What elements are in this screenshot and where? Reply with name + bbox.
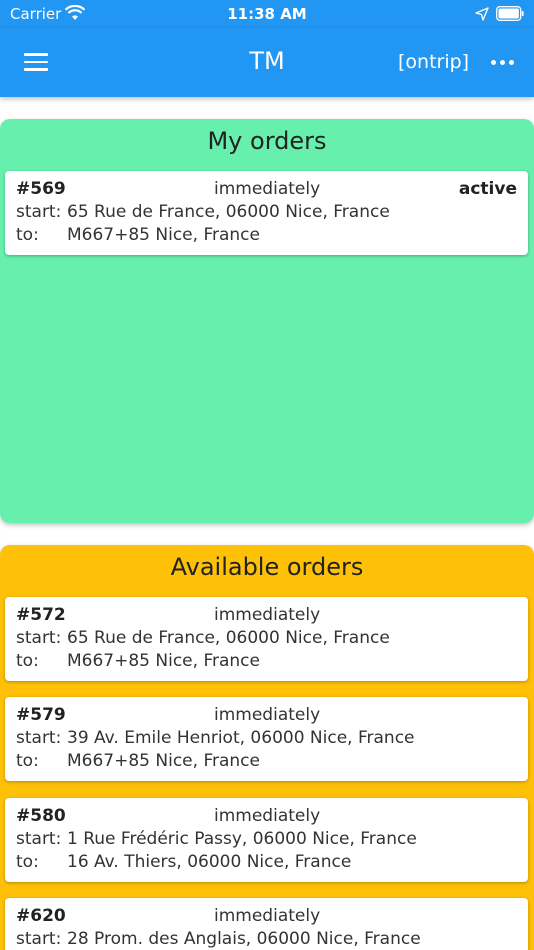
order-card[interactable]: #572 immediately start: 65 Rue de France… xyxy=(5,597,528,681)
start-label: start: xyxy=(16,628,62,648)
start-address: 65 Rue de France, 06000 Nice, France xyxy=(67,202,390,222)
order-id: #620 xyxy=(16,906,66,926)
my-orders-panel: My orders #569 immediately active start:… xyxy=(0,119,534,523)
order-id: #569 xyxy=(16,179,66,199)
order-time: immediately xyxy=(214,179,321,199)
start-address: 39 Av. Emile Henriot, 06000 Nice, France xyxy=(67,728,415,748)
battery-icon xyxy=(496,6,524,21)
to-label: to: xyxy=(16,651,39,671)
order-time: immediately xyxy=(214,906,321,926)
available-orders-title: Available orders xyxy=(170,553,364,581)
location-arrow-icon xyxy=(475,7,489,21)
to-label: to: xyxy=(16,852,39,872)
order-time: immediately xyxy=(214,806,321,826)
trip-status-button[interactable]: [ontrip] xyxy=(398,51,469,73)
order-id: #580 xyxy=(16,806,66,826)
start-address: 65 Rue de France, 06000 Nice, France xyxy=(67,628,390,648)
start-label: start: xyxy=(16,929,62,949)
order-time: immediately xyxy=(214,705,321,725)
order-card[interactable]: #620 immediately start: 28 Prom. des Ang… xyxy=(5,898,528,950)
order-status: active xyxy=(458,179,517,199)
start-address: 28 Prom. des Anglais, 06000 Nice, France xyxy=(67,929,421,949)
destination-address: M667+85 Nice, France xyxy=(67,225,260,245)
available-orders-panel: Available orders #572 immediately start:… xyxy=(0,545,534,950)
destination-address: 16 Av. Thiers, 06000 Nice, France xyxy=(67,852,352,872)
to-label: to: xyxy=(16,225,39,245)
destination-address: M667+85 Nice, France xyxy=(67,751,260,771)
app-screen: Carrier 11:38 AM TM [ontrip] My orders #… xyxy=(0,0,534,950)
order-time: immediately xyxy=(214,605,321,625)
status-bar: Carrier 11:38 AM xyxy=(0,0,534,28)
clock: 11:38 AM xyxy=(227,5,307,23)
order-card[interactable]: #579 immediately start: 39 Av. Emile Hen… xyxy=(5,697,528,781)
order-id: #572 xyxy=(16,605,66,625)
order-card[interactable]: #569 immediately active start: 65 Rue de… xyxy=(5,171,528,255)
more-horizontal-icon[interactable] xyxy=(488,50,518,74)
start-label: start: xyxy=(16,829,62,849)
my-orders-title: My orders xyxy=(207,127,327,155)
start-label: start: xyxy=(16,728,62,748)
order-card[interactable]: #580 immediately start: 1 Rue Frédéric P… xyxy=(5,798,528,882)
app-bar: TM [ontrip] xyxy=(0,28,534,97)
to-label: to: xyxy=(16,751,39,771)
start-label: start: xyxy=(16,202,62,222)
order-id: #579 xyxy=(16,705,66,725)
destination-address: M667+85 Nice, France xyxy=(67,651,260,671)
start-address: 1 Rue Frédéric Passy, 06000 Nice, France xyxy=(67,829,417,849)
